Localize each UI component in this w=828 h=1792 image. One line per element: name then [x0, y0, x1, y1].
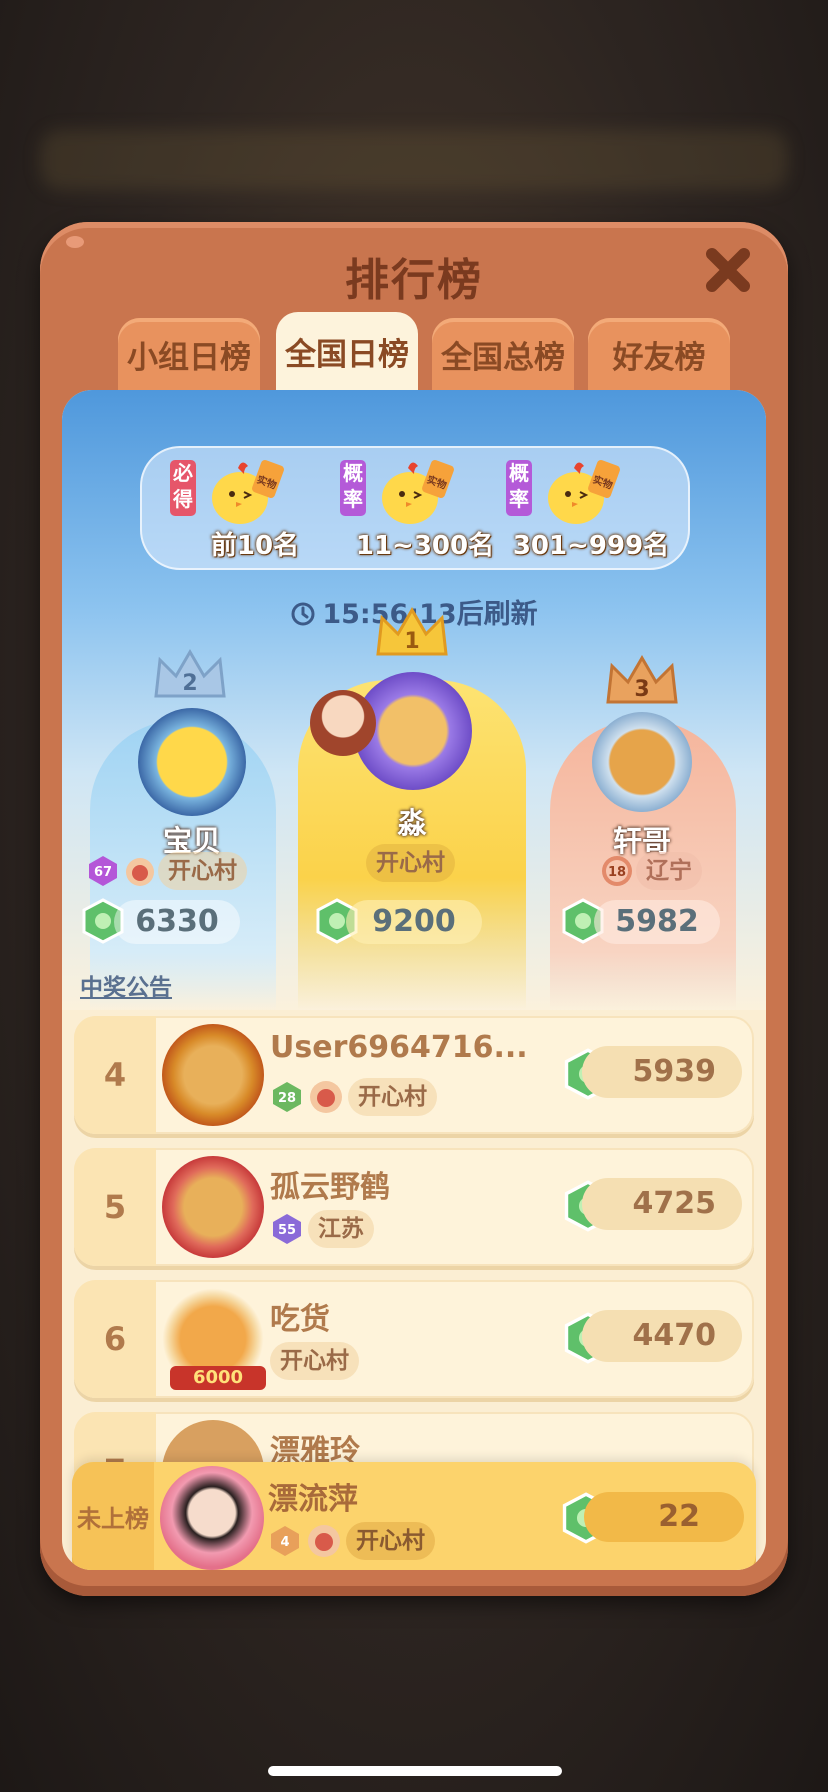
- winner-notice-link[interactable]: 中奖公告: [80, 968, 172, 1002]
- chick-icon: 实物: [382, 460, 454, 524]
- svg-text:4: 4: [280, 1535, 289, 1550]
- svg-text:2: 2: [182, 671, 197, 696]
- prize-tier-3: 概率 实物 301~999名: [506, 456, 669, 566]
- village-badge-icon: [126, 858, 154, 886]
- table-row[interactable]: 6 6000 吃货 开心村 4470: [74, 1280, 754, 1398]
- svg-text:67: 67: [94, 865, 112, 880]
- modal-title: 排行榜: [345, 255, 483, 306]
- user-name: 孤云野鹤: [270, 1170, 390, 1205]
- svg-text:1: 1: [404, 629, 419, 654]
- level-badge-icon: 55: [273, 1214, 301, 1244]
- podium-avatar-2[interactable]: [138, 708, 246, 816]
- prize-tier-1: 必得 实物 前10名: [170, 456, 320, 566]
- table-row[interactable]: 4 User6964716... 28 开心村 5939: [74, 1016, 754, 1134]
- podium-score-1: 9200: [346, 900, 482, 944]
- village-chip: 开心村: [270, 1342, 359, 1380]
- podium-avatar-3[interactable]: [592, 712, 692, 812]
- user-meta: 55 江苏: [270, 1210, 374, 1248]
- avatar-badge: 6000: [170, 1366, 266, 1390]
- user-meta: 开心村: [270, 1342, 359, 1380]
- prize-tier-2: 概率 实物 11~300名: [340, 456, 494, 566]
- podium-village-1: 开心村: [366, 844, 455, 882]
- crown-icon: 1: [376, 607, 448, 656]
- avatar: [162, 1024, 264, 1126]
- svg-text:3: 3: [634, 677, 649, 702]
- table-row[interactable]: 5 孤云野鹤 55 江苏 4725: [74, 1148, 754, 1266]
- score-value: 4725: [582, 1178, 742, 1230]
- score-value: 4470: [582, 1310, 742, 1362]
- score-value: 5939: [582, 1046, 742, 1098]
- close-icon: [706, 248, 750, 292]
- chick-icon: 实物: [212, 460, 284, 524]
- leaderboard-panel: 必得 实物 前10名 概率 实物 11~300名 概率 实物 301~999名 …: [62, 390, 766, 1570]
- leaderboard-modal: 排行榜 小组日榜 全国日榜 全国总榜 好友榜 必得 实物 前10名 概率 实物 …: [40, 222, 788, 1596]
- user-name: 吃货: [270, 1302, 330, 1337]
- podium-village-2: 开心村: [158, 852, 247, 890]
- prize-tag: 必得: [170, 460, 196, 516]
- clock-icon: [291, 602, 315, 626]
- level-badge-icon: 18: [602, 856, 632, 886]
- podium-village-3: 辽宁: [636, 852, 702, 890]
- level-badge-icon: 4: [271, 1526, 299, 1556]
- tab-bar: 小组日榜 全国日榜 全国总榜 好友榜: [118, 312, 730, 394]
- my-score: 22: [584, 1492, 744, 1542]
- avatar: [162, 1156, 264, 1258]
- prize-range: 301~999名: [512, 531, 670, 561]
- tab-friends[interactable]: 好友榜: [588, 318, 730, 392]
- village-chip: 江苏: [308, 1210, 374, 1248]
- podium-score-2: 6330: [114, 900, 240, 944]
- podium-avatar-1-character: [310, 690, 376, 756]
- prize-tag: 概率: [506, 460, 532, 516]
- chick-icon: 实物: [548, 460, 620, 524]
- svg-text:55: 55: [278, 1223, 296, 1238]
- podium-name-1: 淼: [397, 806, 427, 840]
- tab-national-total[interactable]: 全国总榜: [432, 318, 574, 392]
- tab-group-daily[interactable]: 小组日榜: [118, 318, 260, 392]
- village-chip: 开心村: [346, 1522, 435, 1560]
- my-rank-row[interactable]: 未上榜 漂流萍 4 开心村 22: [72, 1462, 756, 1570]
- crown-icon: 3: [606, 655, 678, 704]
- village-badge-icon: [310, 1081, 342, 1113]
- rank-number: 4: [74, 1016, 156, 1134]
- svg-text:28: 28: [278, 1091, 296, 1106]
- podium-score-3: 5982: [594, 900, 720, 944]
- svg-text:18: 18: [608, 865, 626, 880]
- my-name: 漂流萍: [268, 1482, 358, 1517]
- village-chip: 开心村: [348, 1078, 437, 1116]
- tab-national-daily[interactable]: 全国日榜: [276, 312, 418, 394]
- rank-number: 5: [74, 1148, 156, 1266]
- prize-info-box: 必得 实物 前10名 概率 实物 11~300名 概率 实物 301~999名: [140, 446, 690, 570]
- my-meta: 4 开心村: [268, 1522, 435, 1560]
- prize-tag: 概率: [340, 460, 366, 516]
- level-badge-icon: 28: [273, 1082, 301, 1112]
- user-meta: 28 开心村: [270, 1078, 437, 1116]
- user-name: User6964716...: [270, 1030, 528, 1065]
- background-blur: [40, 130, 788, 190]
- crown-icon: 2: [154, 649, 226, 698]
- village-badge-icon: [308, 1525, 340, 1557]
- my-rank-label: 未上榜: [72, 1462, 154, 1570]
- avatar: [160, 1466, 264, 1570]
- close-button[interactable]: [704, 246, 752, 294]
- rank-number: 6: [74, 1280, 156, 1398]
- level-badge-icon: 67: [89, 856, 117, 886]
- home-indicator[interactable]: [268, 1766, 562, 1776]
